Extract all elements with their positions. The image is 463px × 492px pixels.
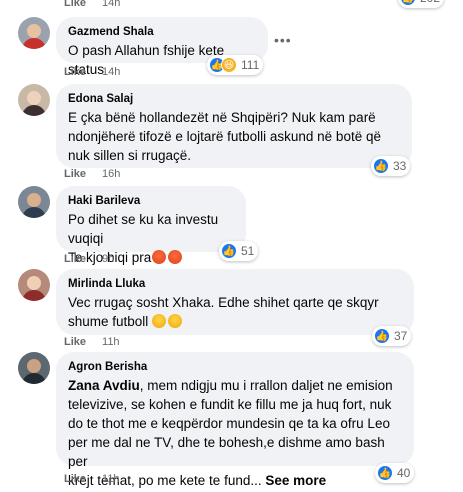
comment-meta: Like 11h <box>64 336 120 348</box>
comment-bubble: Agron Berisha Zana Avdiu, mem ndigju mu … <box>56 352 414 488</box>
reaction-summary[interactable]: 👍 33 <box>371 156 411 176</box>
comment-bubble: Edona Salaj E çka bënë hollandezët në Sh… <box>56 84 412 168</box>
comment-meta: Like 14h <box>64 66 120 78</box>
like-reaction-icon: 👍 <box>221 243 237 259</box>
avatar[interactable] <box>18 352 50 384</box>
previous-comment-footer: Like 14h 👍 202 <box>0 0 463 12</box>
reaction-summary[interactable]: 👍 😆 111 <box>207 55 264 75</box>
previous-comment-meta: Like 14h <box>64 0 120 9</box>
timestamp: 14h <box>102 66 121 78</box>
comment-bubble: Haki Barileva Po dihet se ku ka investu … <box>56 186 246 265</box>
comment-line: do te thot me e keqpërdor mundesin qe ta… <box>68 416 390 431</box>
comment-line: shume futboll <box>68 314 149 329</box>
see-more-link[interactable]: See more <box>265 473 326 488</box>
comment-line: Po dihet se ku ka investu vuqiqi <box>68 212 219 246</box>
mention-link[interactable]: Zana Avdiu <box>68 378 140 393</box>
comment-bubble: Mirlinda Lluka Vec rrugaç sosht Xhaka. E… <box>56 269 414 335</box>
like-link[interactable]: Like <box>64 168 86 180</box>
avatar[interactable] <box>18 17 50 49</box>
comment-author[interactable]: Gazmend Shala <box>68 25 256 40</box>
comment-meta: Like 9h <box>64 253 114 265</box>
avatar[interactable] <box>18 269 50 301</box>
like-link[interactable]: Like <box>64 66 86 78</box>
like-reaction-icon: 👍 <box>400 0 416 6</box>
comment-line: televizive, se kohen e fundit ke fillu m… <box>68 397 392 412</box>
comment-line: Vec rrugaç sosht Xhaka. Edhe shihet qart… <box>68 295 379 310</box>
reaction-count: 40 <box>397 466 411 480</box>
reaction-summary[interactable]: 👍 202 <box>398 0 445 8</box>
comment-author[interactable]: Mirlinda Lluka <box>68 277 402 292</box>
more-options-icon[interactable]: ••• <box>274 32 292 48</box>
like-reaction-icon: 👍 <box>373 158 389 174</box>
comment-line: , mem ndigju mu i rrallon daljet ne emis… <box>139 378 393 393</box>
comment-author[interactable]: Haki Barileva <box>68 194 234 209</box>
angry-emoji-icon <box>168 250 183 264</box>
reaction-summary[interactable]: 👍 37 <box>372 326 412 346</box>
like-reaction-icon: 👍 <box>377 465 393 481</box>
comment-author[interactable]: Agron Berisha <box>68 360 402 375</box>
avatar[interactable] <box>18 84 50 116</box>
reaction-count: 33 <box>393 159 407 173</box>
timestamp: 9h <box>102 253 115 265</box>
laughing-emoji-icon <box>168 314 183 328</box>
haha-reaction-icon: 😆 <box>221 57 237 73</box>
reaction-count: 202 <box>420 0 440 5</box>
like-link[interactable]: Like <box>64 473 86 485</box>
comment-text: E çka bënë hollandezët në Shqipëri? Nuk … <box>68 108 400 165</box>
angry-emoji-icon <box>152 250 167 264</box>
timestamp: 11h <box>102 473 120 485</box>
timestamp: 11h <box>102 336 120 348</box>
reaction-count: 111 <box>241 58 260 72</box>
timestamp: 16h <box>102 168 121 180</box>
comment-line: per me dal ne TV, dhe te bohesh,e dishme… <box>68 435 385 469</box>
like-link[interactable]: Like <box>64 0 86 9</box>
comment-line: E çka bënë hollandezët në Shqipëri? Nuk … <box>68 110 376 125</box>
comment-line: nuk sillen si rrugaçë. <box>68 148 192 163</box>
like-link[interactable]: Like <box>64 336 86 348</box>
reaction-count: 37 <box>394 329 408 343</box>
reaction-count: 51 <box>241 244 255 258</box>
reaction-summary[interactable]: 👍 51 <box>219 241 259 261</box>
timestamp: 14h <box>102 0 121 9</box>
avatar[interactable] <box>18 186 50 218</box>
like-reaction-icon: 👍 <box>374 328 390 344</box>
laughing-emoji-icon <box>152 314 167 328</box>
reaction-summary[interactable]: 👍 40 <box>375 463 415 483</box>
comment-author[interactable]: Edona Salaj <box>68 92 400 107</box>
comment-meta: Like 16h <box>64 168 120 180</box>
comment-meta: Like 11h <box>64 473 120 485</box>
like-link[interactable]: Like <box>64 253 86 265</box>
comment-line: ndonjëherë tifozë e lojtarë futbolli ask… <box>68 129 381 144</box>
comment-text: Vec rrugaç sosht Xhaka. Edhe shihet qart… <box>68 293 402 331</box>
